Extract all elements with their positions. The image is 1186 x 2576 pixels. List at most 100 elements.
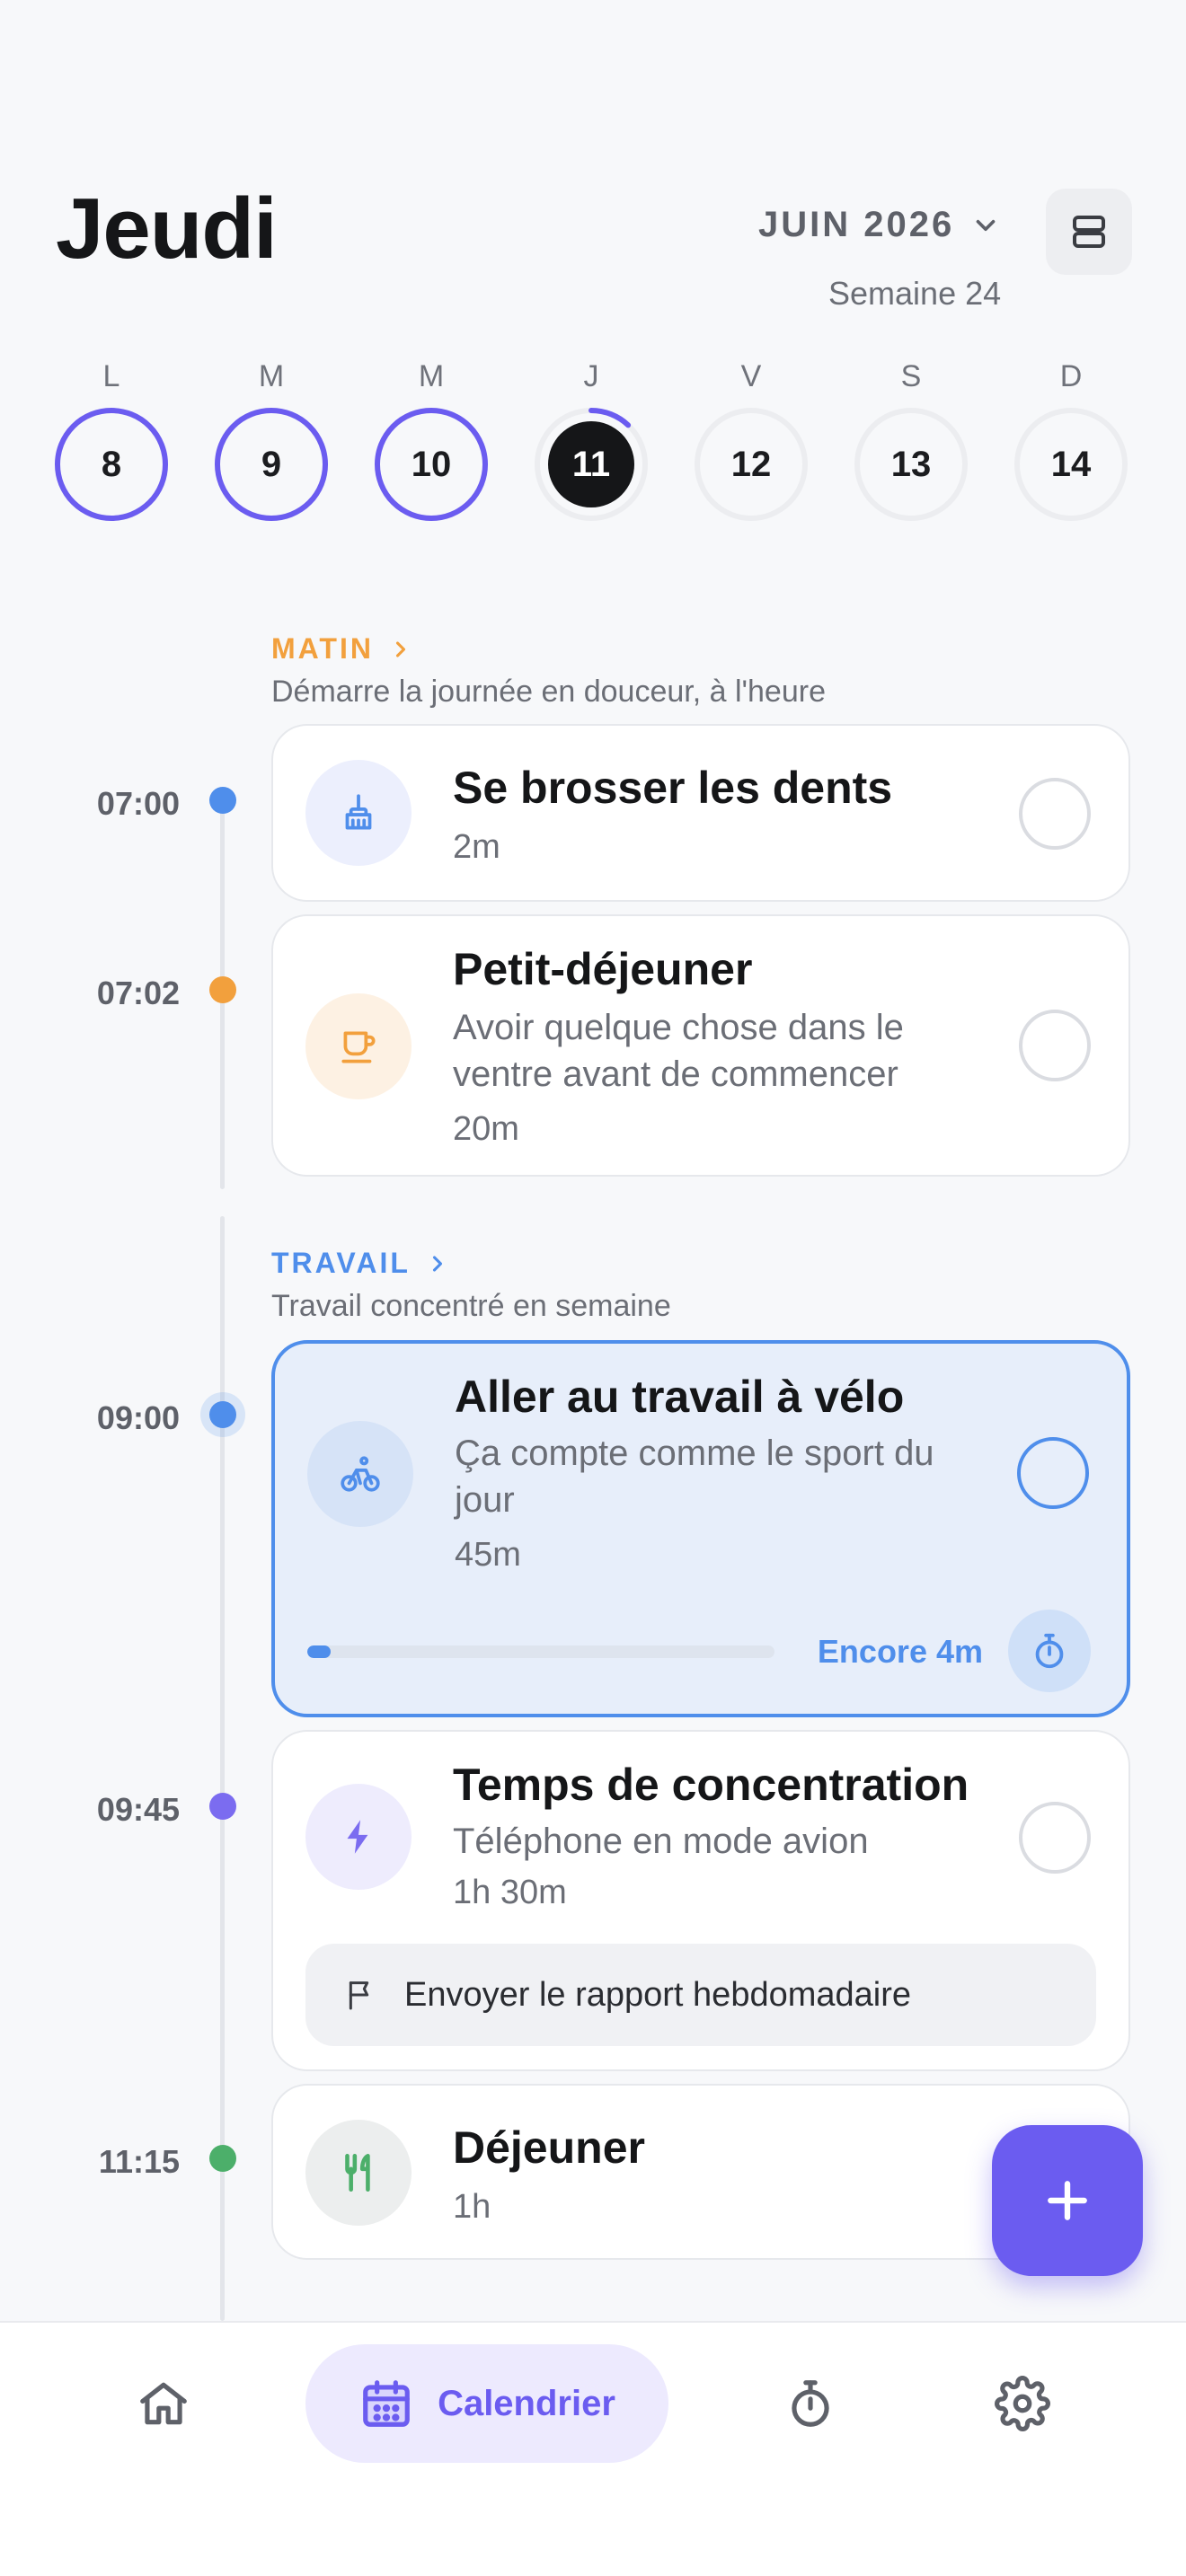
task-card-breakfast[interactable]: Petit-déjeuner Avoir quelque chose dans … [271,914,1130,1177]
week-day-letter: M [258,359,285,393]
week-day-letter: L [102,359,120,393]
flag-icon [349,1981,369,2010]
week-day-number: 10 [411,444,452,484]
week-day[interactable]: M 10 [371,359,491,525]
task-card-bike-to-work[interactable]: Aller au travail à vélo Ça compte comme … [271,1340,1130,1717]
week-day-number: 9 [261,444,282,484]
lightning-icon [347,1820,368,1854]
stopwatch-icon [792,2380,829,2427]
day-title: Jeudi [56,181,278,277]
section-morning-title[interactable]: MATIN [271,632,826,666]
section-work-title[interactable]: TRAVAIL [271,1247,671,1280]
task-progress-fill [307,1645,331,1658]
week-day[interactable]: L8 [51,359,172,525]
task-icon-wrap [305,2120,412,2226]
nav-timer[interactable] [755,2344,866,2463]
add-task-button[interactable] [992,2125,1143,2276]
task-duration: 45m [455,1536,521,1574]
task-icon-wrap [305,760,412,866]
nav-home[interactable] [108,2344,219,2463]
task-checkbox[interactable] [1017,1437,1089,1509]
task-checkbox[interactable] [1019,1802,1091,1874]
coffee-cup-icon [341,1031,376,1063]
task-time: 07:02 [96,975,180,1011]
chevron-right-icon [395,640,405,657]
section-morning: MATIN Démarre la journée en douceur, à l… [271,632,826,710]
day-progress-ring: 12 [691,404,811,525]
task-description: Ça compte comme le sport du jour [455,1430,994,1523]
week-day-letter: J [583,359,599,393]
timeline-dot [209,2145,236,2172]
nav-calendar[interactable]: Calendrier [305,2344,668,2463]
week-day-letter: S [900,359,922,393]
home-icon [140,2382,187,2425]
task-duration: 20m [453,1110,519,1148]
week-day-number: 14 [1050,444,1092,484]
week-day[interactable]: S 13 [851,359,971,525]
plus-icon [1048,2181,1087,2220]
task-timer-button[interactable] [1008,1610,1091,1692]
task-title: Aller au travail à vélo [455,1372,905,1422]
task-description-line: Avoir quelque chose dans le [453,1008,904,1047]
subtask-label: Envoyer le rapport hebdomadaire [404,1975,912,2014]
task-duration: 1h 30m [453,1874,567,1911]
task-remaining-time: Encore 4m [817,1633,983,1670]
header: Jeudi JUIN 2026 Semaine 24 [0,0,1186,323]
week-day-letter: M [418,359,445,393]
layout-rows-icon [1073,216,1105,248]
section-work-description: Travail concentré en semaine [271,1289,671,1323]
nav-settings[interactable] [967,2344,1078,2463]
week-day-number: 13 [890,444,932,484]
section-work: TRAVAIL Travail concentré en semaine [271,1247,671,1324]
task-duration: 1h [453,2188,491,2226]
week-day[interactable]: D 14 [1011,359,1131,525]
task-checkbox[interactable] [1019,1010,1091,1081]
task-icon-wrap [305,993,412,1099]
day-progress-ring: 11 [531,404,651,525]
subtask-item[interactable]: Envoyer le rapport hebdomadaire [305,1944,1096,2046]
task-time: 09:00 [96,1399,180,1436]
task-title: Temps de concentration [453,1760,969,1810]
week-day-letter: D [1059,359,1083,393]
bottom-nav: Calendrier [0,2321,1186,2576]
task-checkbox[interactable] [1019,778,1091,850]
day-progress-ring: 14 [1011,404,1131,525]
week-day-number: 12 [730,444,772,484]
chevron-right-icon [432,1255,442,1272]
task-description: Avoir quelque chose dans le ventre avant… [453,1004,992,1098]
chevron-down-icon [976,219,996,231]
timeline-dot [209,787,236,814]
stopwatch-icon [1035,1633,1064,1669]
week-day-letter: V [740,359,762,393]
timeline-dot [209,1793,236,1820]
week-day[interactable]: V 12 [691,359,811,525]
task-title: Petit-déjeuner [453,944,753,994]
task-description-line: ventre avant de commencer [453,1054,898,1094]
task-description: Téléphone en mode avion [453,1822,869,1861]
month-label: JUIN 2026 [758,205,955,244]
month-picker[interactable]: JUIN 2026 [758,205,1001,245]
fork-knife-icon [345,2153,370,2192]
week-day-number: 11 [571,444,611,484]
task-title: Se brosser les dents [453,763,893,813]
day-progress-ring: 8 [51,404,172,525]
nav-calendar-label: Calendrier [438,2383,615,2423]
week-day[interactable]: M9 [211,359,332,525]
task-description-line: jour [455,1480,515,1520]
section-morning-description: Démarre la journée en douceur, à l'heure [271,675,826,709]
task-time: 07:00 [96,785,180,822]
week-day[interactable]: J 11 [531,359,651,525]
task-icon-wrap [307,1421,413,1527]
timeline-dot-active [209,1401,236,1428]
calendar-icon [363,2380,410,2427]
timeline-dot [209,976,236,1003]
view-toggle-button[interactable] [1046,189,1132,275]
bicycle-icon [341,1456,380,1492]
day-progress-ring: 13 [851,404,971,525]
brush-icon [345,794,372,830]
task-card-focus-time[interactable]: Temps de concentration Téléphone en mode… [271,1730,1130,2071]
task-card-brush-teeth[interactable]: Se brosser les dents 2m [271,724,1130,902]
task-icon-wrap [305,1784,412,1890]
day-progress-ring: 9 [211,404,332,525]
task-time: 09:45 [96,1791,180,1828]
